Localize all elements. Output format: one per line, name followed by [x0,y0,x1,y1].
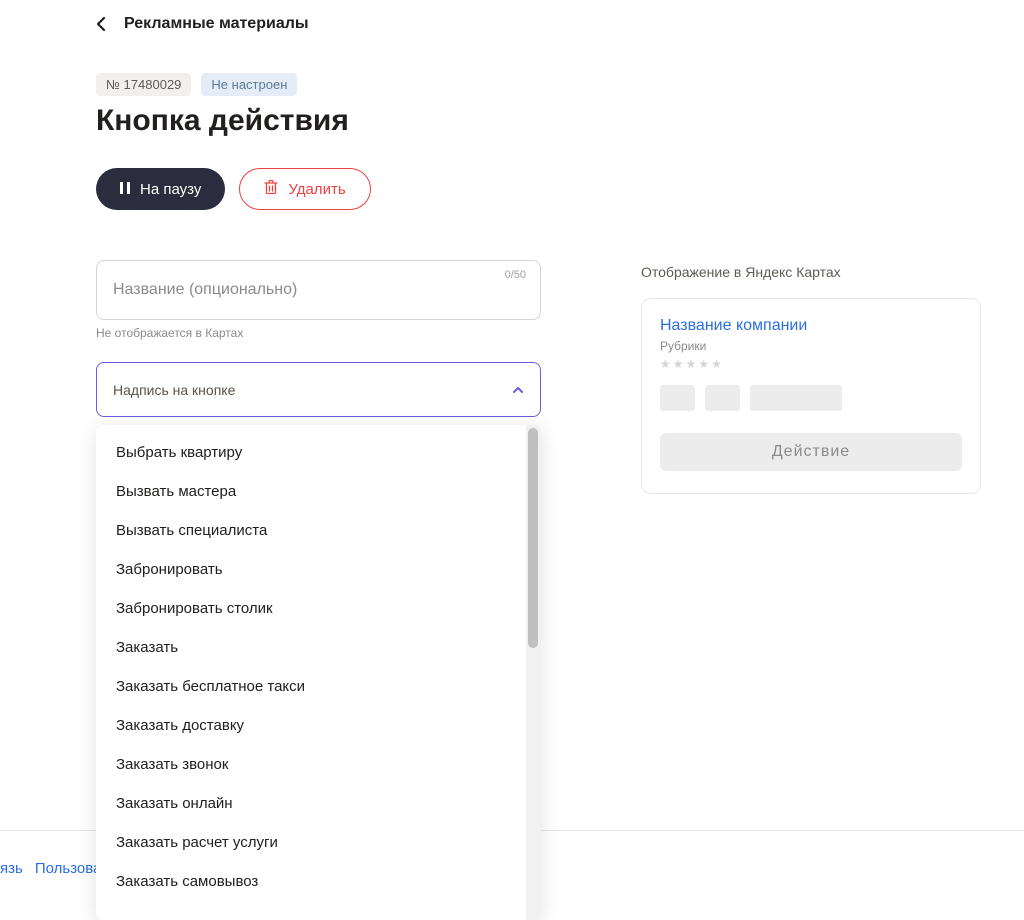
breadcrumb-label[interactable]: Рекламные материалы [124,15,309,33]
name-input[interactable]: Название (опционально) 0/50 [96,260,541,320]
scrollbar-track[interactable] [526,425,541,920]
trash-icon [264,179,278,199]
skeleton-block [750,385,842,411]
scrollbar-thumb[interactable] [528,428,538,648]
name-input-counter: 0/50 [505,269,526,281]
pause-button[interactable]: На паузу [96,168,225,210]
star-icon: ★ [698,357,709,371]
id-badge: № 17480029 [96,73,191,96]
dropdown-item[interactable]: Забронировать [96,550,526,589]
star-icon: ★ [673,357,684,371]
skeleton-row [660,385,962,411]
action-buttons: На паузу Удалить [96,168,984,210]
star-icon: ★ [686,357,697,371]
dropdown-list[interactable]: Выбрать квартируВызвать мастераВызвать с… [96,425,526,920]
select-label: Надпись на кнопке [113,382,235,398]
status-badge: Не настроен [201,73,297,96]
dropdown-item[interactable]: Вызвать мастера [96,472,526,511]
dropdown-menu: Выбрать квартируВызвать мастераВызвать с… [96,425,541,920]
dropdown-item[interactable]: Заказать бесплатное такси [96,667,526,706]
preview-company-name[interactable]: Название компании [660,317,962,335]
breadcrumb: Рекламные материалы [96,15,984,33]
dropdown-item[interactable]: Вызвать специалиста [96,511,526,550]
delete-button[interactable]: Удалить [239,168,370,210]
back-arrow-icon[interactable] [96,16,106,32]
preview-title: Отображение в Яндекс Картах [641,264,981,280]
delete-button-label: Удалить [288,181,345,198]
dropdown-item[interactable]: Заказать [96,628,526,667]
button-label-select[interactable]: Надпись на кнопке [96,362,541,417]
pause-button-label: На паузу [140,181,201,198]
chevron-up-icon [512,381,524,399]
dropdown-item[interactable]: Заказать онлайн [96,784,526,823]
skeleton-block [705,385,740,411]
rating-stars: ★ ★ ★ ★ ★ [660,357,962,371]
star-icon: ★ [660,357,671,371]
badges: № 17480029 Не настроен [96,73,984,96]
dropdown-item[interactable]: Заказать звонок [96,745,526,784]
preview-category: Рубрики [660,339,962,353]
name-input-hint: Не отображается в Картах [96,326,541,340]
skeleton-block [660,385,695,411]
star-icon: ★ [711,357,722,371]
footer-link-1[interactable]: язь [0,860,23,877]
footer-links: язь Пользова [0,860,101,877]
dropdown-item[interactable]: Выбрать квартиру [96,433,526,472]
name-input-placeholder: Название (опционально) [113,281,297,299]
dropdown-item[interactable]: Забронировать столик [96,589,526,628]
dropdown-item[interactable]: Заказать самовывоз [96,862,526,901]
preview-action-button: Действие [660,433,962,471]
dropdown-item[interactable]: Заказать доставку [96,706,526,745]
dropdown-item[interactable]: Заказать расчет услуги [96,823,526,862]
preview-card: Название компании Рубрики ★ ★ ★ ★ ★ Дейс… [641,298,981,494]
pause-icon [120,181,130,198]
page-title: Кнопка действия [96,104,984,138]
footer-link-2[interactable]: Пользова [35,860,102,877]
